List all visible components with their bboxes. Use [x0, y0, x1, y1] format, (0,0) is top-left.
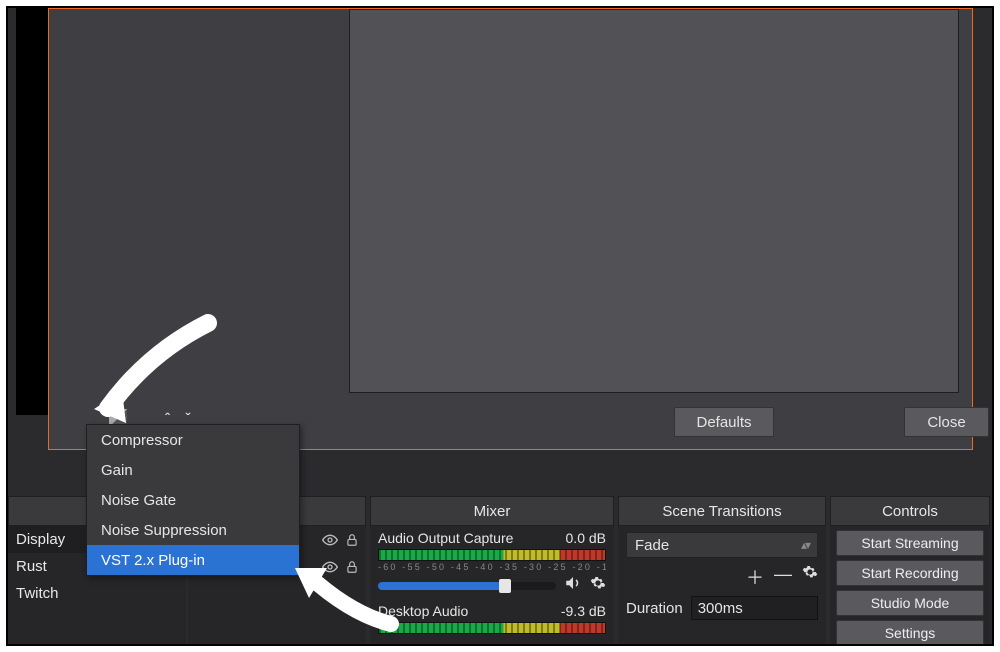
menu-item-noise-suppression[interactable]: Noise Suppression	[87, 515, 299, 545]
mixer-ch-name: Audio Output Capture	[378, 530, 513, 546]
controls-header: Controls	[830, 496, 990, 526]
mixer-panel: Audio Output Capture 0.0 dB -60 -55 -50 …	[370, 526, 614, 644]
volume-slider[interactable]	[378, 582, 556, 590]
transition-select[interactable]: Fade ▴▾	[626, 532, 818, 558]
close-button[interactable]: Close	[904, 407, 989, 437]
start-streaming-button[interactable]: Start Streaming	[836, 530, 984, 556]
lock-icon[interactable]	[344, 559, 360, 575]
defaults-button[interactable]: Defaults	[674, 407, 774, 437]
eye-icon[interactable]	[322, 532, 338, 548]
duration-label: Duration	[626, 600, 683, 617]
mixer-ch-db: 0.0 dB	[566, 530, 606, 546]
scene-item-twitch[interactable]: Twitch	[8, 580, 186, 607]
transitions-panel: Fade ▴▾ ＋ — Duration 300ms	[618, 526, 826, 644]
menu-item-noise-gate[interactable]: Noise Gate	[87, 485, 299, 515]
mixer-channel: Desktop Audio -9.3 dB	[378, 603, 606, 634]
add-transition-icon[interactable]: ＋	[746, 564, 764, 590]
add-filter-menu: Compressor Gain Noise Gate Noise Suppres…	[86, 424, 300, 576]
mixer-ch-db: -9.3 dB	[561, 603, 606, 619]
mixer-channel: Audio Output Capture 0.0 dB -60 -55 -50 …	[378, 530, 606, 597]
start-recording-button[interactable]: Start Recording	[836, 560, 984, 586]
transition-settings-icon[interactable]	[802, 564, 818, 590]
lock-icon[interactable]	[344, 532, 360, 548]
filters-dialog: Defaults Close ˆ ˇ	[48, 8, 973, 450]
transition-selected-label: Fade	[635, 537, 669, 554]
mixer-header: Mixer	[370, 496, 614, 526]
studio-mode-button[interactable]: Studio Mode	[836, 590, 984, 616]
app-frame: Defaults Close ˆ ˇ Compressor Gain Noise…	[6, 6, 994, 646]
transition-buttons: ＋ —	[618, 564, 826, 594]
menu-item-vst-plugin[interactable]: VST 2.x Plug-in	[87, 545, 299, 575]
menu-item-compressor[interactable]: Compressor	[87, 425, 299, 455]
speaker-icon[interactable]	[564, 574, 582, 597]
filters-preview	[349, 9, 959, 393]
transitions-header: Scene Transitions	[618, 496, 826, 526]
mixer-ch-name: Desktop Audio	[378, 603, 468, 619]
eye-icon[interactable]	[322, 559, 338, 575]
meter-ticks: -60 -55 -50 -45 -40 -35 -30 -25 -20 -15 …	[378, 562, 606, 572]
gear-icon[interactable]	[590, 575, 606, 596]
dropdown-handle-icon: ▴▾	[801, 538, 809, 552]
level-meter	[378, 622, 606, 634]
menu-item-gain[interactable]: Gain	[87, 455, 299, 485]
settings-button[interactable]: Settings	[836, 620, 984, 646]
duration-input[interactable]: 300ms	[691, 596, 818, 620]
remove-transition-icon[interactable]: —	[774, 564, 792, 590]
controls-panel: Start Streaming Start Recording Studio M…	[830, 526, 990, 644]
level-meter	[378, 549, 606, 561]
